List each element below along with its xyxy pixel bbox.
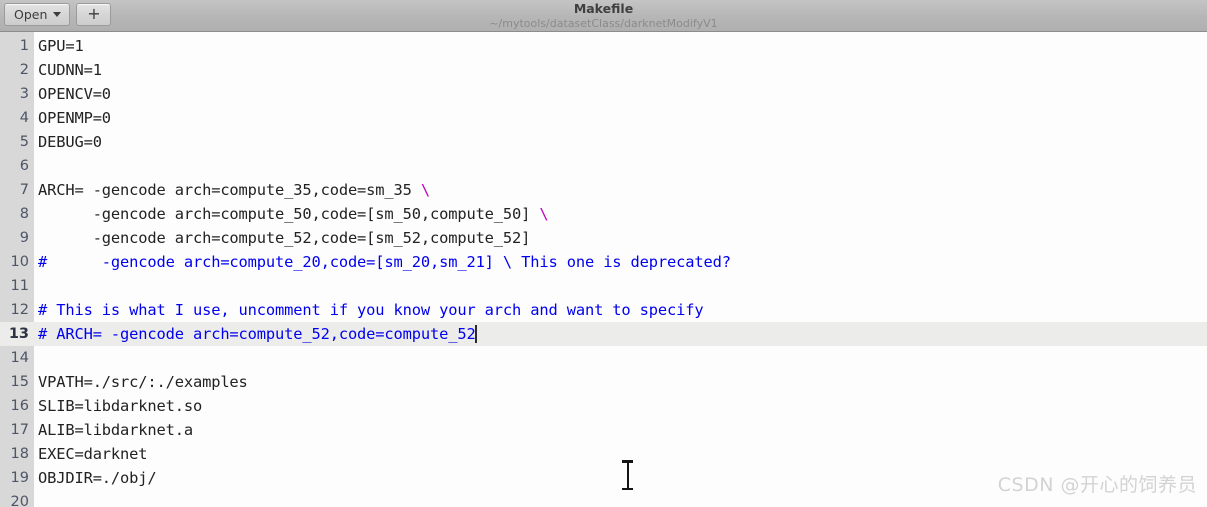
code-text: -gencode arch=compute_52,code=[sm_52,com… (38, 229, 531, 247)
line-number: 12 (10, 302, 29, 318)
line-continuation-text: \ (539, 205, 549, 223)
line-number: 9 (19, 230, 29, 246)
comment-text: # ARCH= -gencode arch=compute_52,code=co… (38, 325, 476, 343)
line-content[interactable]: -gencode arch=compute_50,code=[sm_50,com… (34, 205, 1207, 223)
line-number: 17 (10, 422, 29, 438)
code-text: ALIB=libdarknet.a (38, 421, 193, 439)
code-text: GPU=1 (38, 37, 84, 55)
line-content[interactable]: GPU=1 (34, 37, 1207, 55)
line-number: 1 (19, 38, 29, 54)
header-bar: Open + Makefile ~/mytools/datasetClass/d… (0, 0, 1207, 32)
code-line[interactable]: 3 OPENCV=0 (0, 82, 1207, 106)
code-text: CUDNN=1 (38, 61, 102, 79)
line-content[interactable]: -gencode arch=compute_52,code=[sm_52,com… (34, 229, 1207, 247)
code-line[interactable]: 7 ARCH= -gencode arch=compute_35,code=sm_… (0, 178, 1207, 202)
line-content[interactable]: OPENCV=0 (34, 85, 1207, 103)
chevron-down-icon (53, 12, 62, 17)
code-text: OPENCV=0 (38, 85, 111, 103)
window-title-block: Makefile ~/mytools/datasetClass/darknetM… (0, 0, 1207, 32)
code-line[interactable]: 10 # -gencode arch=compute_20,code=[sm_20… (0, 250, 1207, 274)
code-line[interactable]: 13 # ARCH= -gencode arch=compute_52,code=… (0, 322, 1207, 346)
line-number: 5 (19, 134, 29, 150)
code-line[interactable]: 16 SLIB=libdarknet.so (0, 394, 1207, 418)
header-bar-buttons: Open + (4, 3, 112, 26)
line-content[interactable]: VPATH=./src/:./examples (34, 373, 1207, 391)
line-content[interactable]: # ARCH= -gencode arch=compute_52,code=co… (34, 325, 1207, 343)
code-text: EXEC=darknet (38, 445, 148, 463)
gedit-window: Open + Makefile ~/mytools/datasetClass/d… (0, 0, 1207, 507)
line-content[interactable]: OBJDIR=./obj/ (34, 469, 1207, 487)
line-number: 4 (19, 110, 29, 126)
new-tab-button[interactable]: + (76, 3, 112, 26)
line-number: 20 (10, 494, 29, 507)
code-line[interactable]: 19 OBJDIR=./obj/ (0, 466, 1207, 490)
line-content[interactable]: # This is what I use, uncomment if you k… (34, 301, 1207, 319)
code-line[interactable]: 20 (0, 490, 1207, 507)
line-number: 6 (19, 158, 29, 174)
code-line[interactable]: 9 -gencode arch=compute_52,code=[sm_52,c… (0, 226, 1207, 250)
code-line[interactable]: 18 EXEC=darknet (0, 442, 1207, 466)
line-number: 19 (10, 470, 29, 486)
text-editor-view[interactable]: 1 GPU=1 2 CUDNN=1 3 OPENCV=0 4 OPENMP=0 5 DEBUG=0… (0, 32, 1207, 507)
comment-text: # This is what I use, uncomment if you k… (38, 301, 704, 319)
text-caret (475, 325, 477, 343)
code-line[interactable]: 12 # This is what I use, uncomment if you… (0, 298, 1207, 322)
line-content[interactable]: OPENMP=0 (34, 109, 1207, 127)
comment-text: # -gencode arch=compute_20,code=[sm_20,s… (38, 253, 731, 271)
line-content[interactable]: ALIB=libdarknet.a (34, 421, 1207, 439)
line-number: 15 (10, 374, 29, 390)
code-line[interactable]: 15 VPATH=./src/:./examples (0, 370, 1207, 394)
code-line[interactable]: 14 (0, 346, 1207, 370)
code-line[interactable]: 6 (0, 154, 1207, 178)
code-line[interactable]: 17 ALIB=libdarknet.a (0, 418, 1207, 442)
line-content[interactable]: SLIB=libdarknet.so (34, 397, 1207, 415)
plus-icon: + (87, 3, 101, 23)
code-text: SLIB=libdarknet.so (38, 397, 203, 415)
code-text: OPENMP=0 (38, 109, 111, 127)
code-text: -gencode arch=compute_50,code=[sm_50,com… (38, 205, 540, 223)
code-line[interactable]: 4 OPENMP=0 (0, 106, 1207, 130)
line-number: 10 (10, 254, 29, 270)
line-number: 13 (8, 326, 29, 342)
line-number: 11 (10, 278, 29, 294)
code-line[interactable]: 5 DEBUG=0 (0, 130, 1207, 154)
line-number: 7 (19, 182, 29, 198)
line-number: 2 (19, 62, 29, 78)
line-number: 8 (19, 206, 29, 222)
line-content[interactable]: # -gencode arch=compute_20,code=[sm_20,s… (34, 253, 1207, 271)
line-number: 18 (10, 446, 29, 462)
code-text: VPATH=./src/:./examples (38, 373, 248, 391)
open-button[interactable]: Open (4, 3, 71, 26)
line-number: 14 (10, 350, 29, 366)
line-number: 3 (19, 86, 29, 102)
line-content[interactable]: ARCH= -gencode arch=compute_35,code=sm_3… (34, 181, 1207, 199)
line-content[interactable]: CUDNN=1 (34, 61, 1207, 79)
code-line[interactable]: 8 -gencode arch=compute_50,code=[sm_50,c… (0, 202, 1207, 226)
document-path: ~/mytools/datasetClass/darknetModifyV1 (489, 16, 718, 30)
code-line[interactable]: 11 (0, 274, 1207, 298)
code-line[interactable]: 1 GPU=1 (0, 34, 1207, 58)
line-content[interactable]: EXEC=darknet (34, 445, 1207, 463)
code-line[interactable]: 2 CUDNN=1 (0, 58, 1207, 82)
code-lines: 1 GPU=1 2 CUDNN=1 3 OPENCV=0 4 OPENMP=0 5 DEBUG=0… (0, 32, 1207, 507)
code-text: ARCH= -gencode arch=compute_35,code=sm_3… (38, 181, 421, 199)
line-continuation-text: \ (420, 181, 430, 199)
line-content[interactable]: DEBUG=0 (34, 133, 1207, 151)
document-title: Makefile (573, 1, 634, 17)
line-number: 16 (10, 398, 29, 414)
code-text: DEBUG=0 (38, 133, 102, 151)
open-button-label: Open (14, 7, 48, 22)
code-text: OBJDIR=./obj/ (38, 469, 157, 487)
